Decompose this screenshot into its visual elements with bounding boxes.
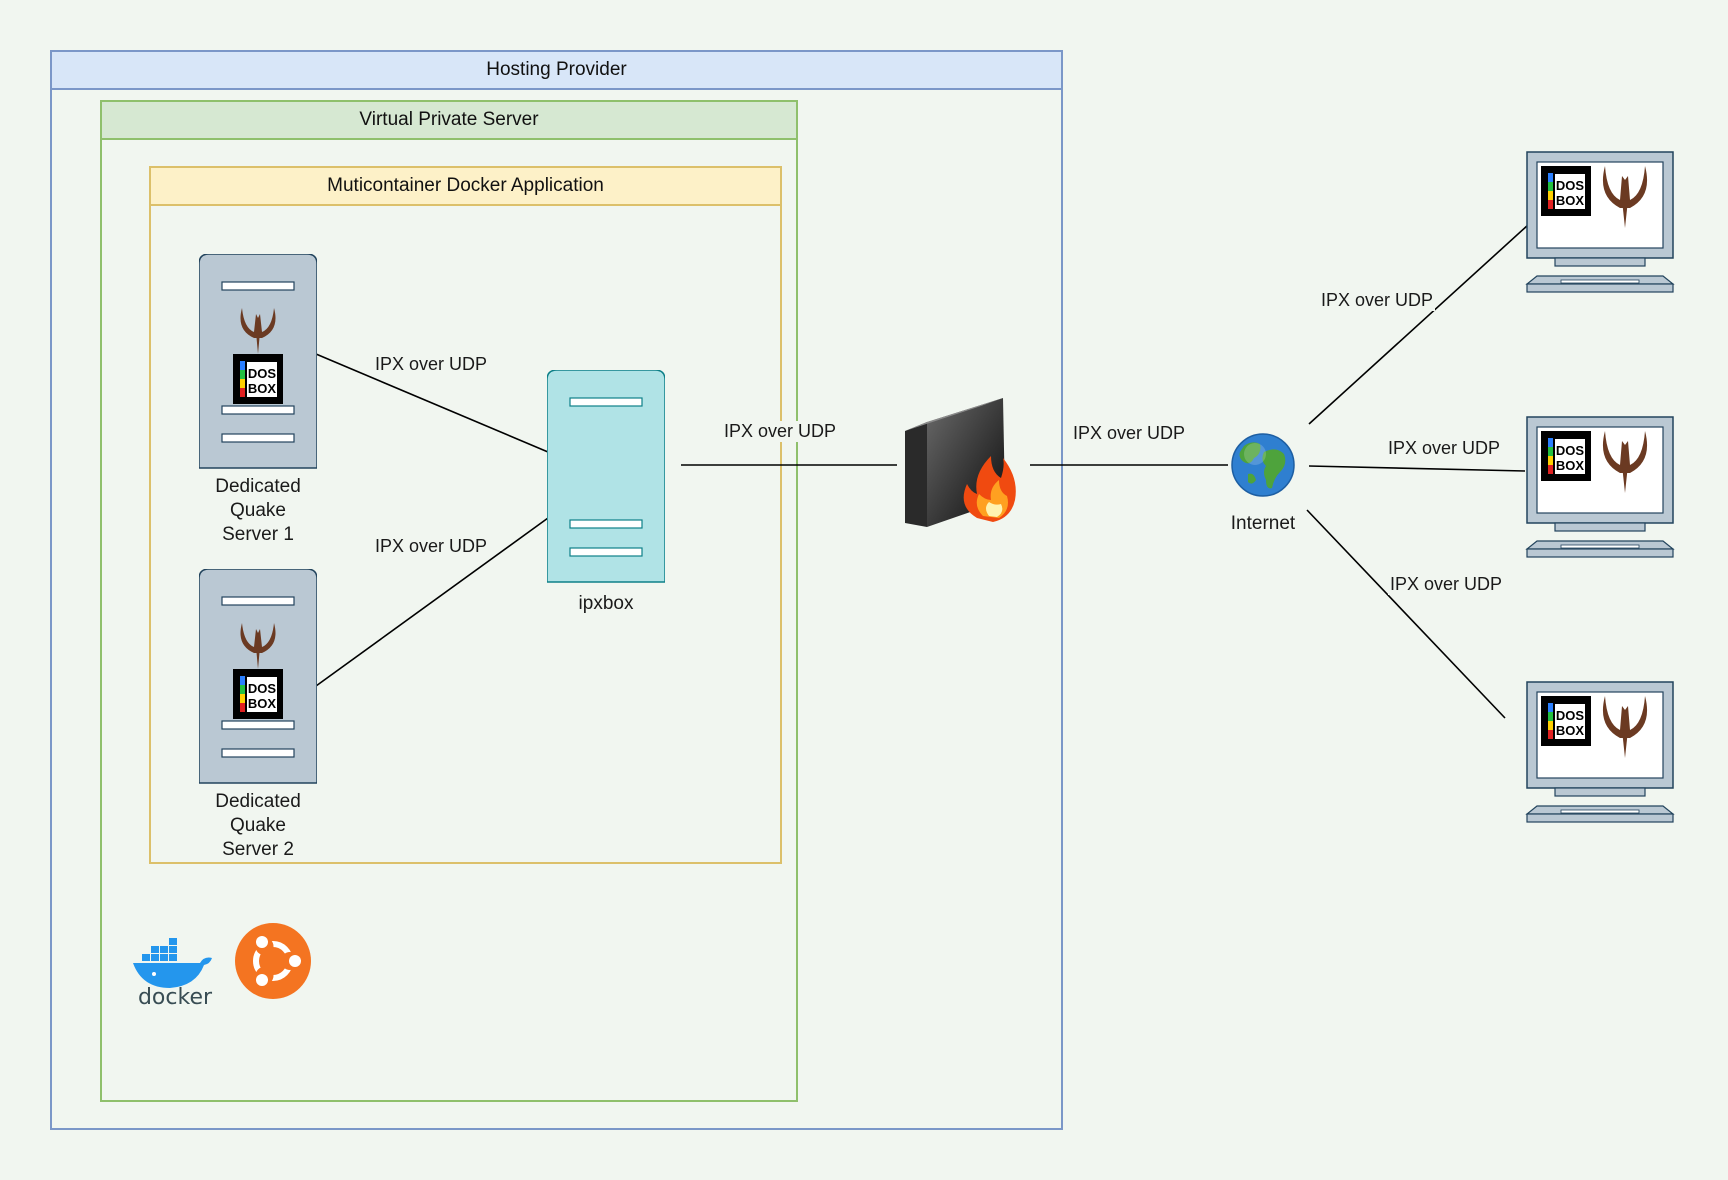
globe-icon [1231,433,1295,497]
quake-server-1-icon: DOS BOX [199,254,317,469]
svg-text:DOS: DOS [1556,708,1585,723]
svg-text:DOS: DOS [1556,443,1585,458]
edge-label-server2-ipxbox: IPX over UDP [373,536,490,557]
dosbox-logo-icon: DOS BOX [233,354,283,404]
client-monitor-2-icon: DOS BOX [1525,416,1675,558]
dosbox-logo-icon: DOS BOX [1541,166,1591,216]
svg-text:DOS: DOS [1556,178,1585,193]
client-monitor-1-icon: DOS BOX [1525,151,1675,293]
svg-text:DOS: DOS [248,681,277,696]
edge-label-ipxbox-firewall: IPX over UDP [722,421,839,442]
edge-internet-client2 [1308,465,1526,472]
dosbox-logo-icon: DOS BOX [233,669,283,719]
ubuntu-logo-icon [235,923,311,999]
docker-logo-icon: docker [133,938,213,1006]
svg-text:BOX: BOX [1556,723,1585,738]
edge-label-internet-client1: IPX over UDP [1319,290,1436,311]
quake-server-1-label: Dedicated Quake Server 1 [215,476,301,545]
internet-label: Internet [1230,513,1296,534]
svg-text:BOX: BOX [248,381,277,396]
ipxbox-server-icon [547,370,665,583]
svg-text:DOS: DOS [248,366,277,381]
client-monitor-3-icon: DOS BOX [1525,681,1675,823]
quake-server-2-label: Dedicated Quake Server 2 [215,791,301,860]
svg-text:BOX: BOX [1556,193,1585,208]
docker-wordmark: docker [138,985,213,1006]
dosbox-logo-icon: DOS BOX [1541,431,1591,481]
svg-text:BOX: BOX [1556,458,1585,473]
quake-server-2-icon: DOS BOX [199,569,317,784]
edge-internet-client1 [1308,224,1529,425]
edge-label-internet-client3: IPX over UDP [1388,574,1505,595]
edge-internet-client3 [1306,509,1506,719]
ipxbox-label: ipxbox [578,593,634,614]
edge-label-server1-ipxbox: IPX over UDP [373,354,490,375]
dosbox-logo-icon: DOS BOX [1541,696,1591,746]
edge-label-internet-client2: IPX over UDP [1386,438,1503,459]
firewall-icon [905,398,1016,527]
edge-label-firewall-internet: IPX over UDP [1071,423,1188,444]
svg-text:BOX: BOX [248,696,277,711]
